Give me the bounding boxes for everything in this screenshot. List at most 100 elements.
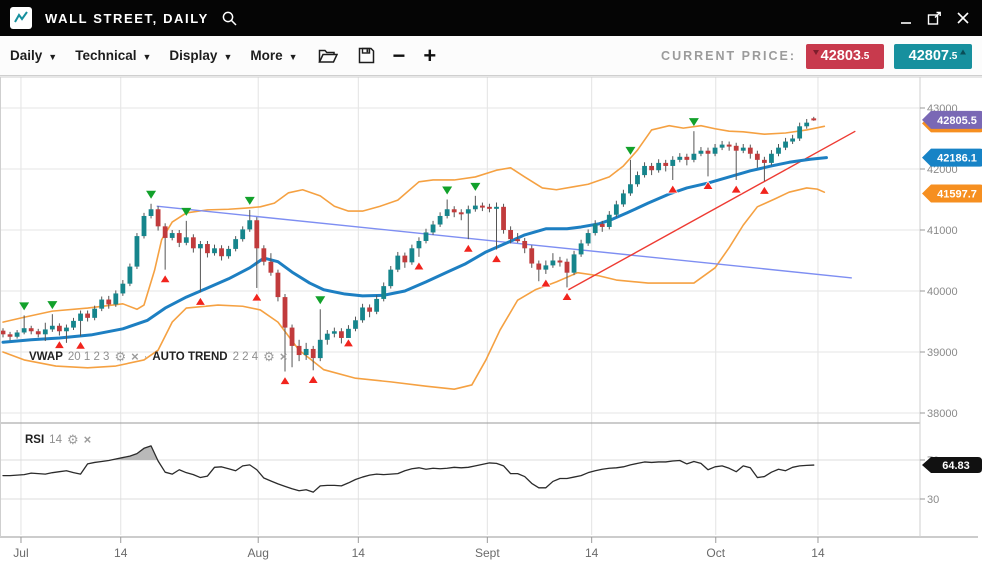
menu-technical[interactable]: Technical ▼ <box>75 48 151 63</box>
chart-canvas[interactable]: 4300042000410004000039000380007030Jul14A… <box>0 0 982 564</box>
rsi-layer <box>3 446 814 492</box>
candle-down <box>205 244 210 253</box>
buy-signal-icon <box>414 262 424 270</box>
candle-up <box>99 300 104 309</box>
candle-up <box>424 232 429 241</box>
sell-price-dec: .5 <box>861 51 869 62</box>
buy-signal-icon <box>195 297 205 305</box>
candle-up <box>741 148 746 151</box>
menu-more-label: More <box>250 48 282 63</box>
title-bar: WALL STREET, DAILY <box>0 0 982 36</box>
candle-up <box>790 139 795 142</box>
buy-signal-icon <box>308 375 318 383</box>
candle-up <box>346 329 351 338</box>
candle-up <box>551 261 556 266</box>
svg-text:30: 30 <box>927 494 939 506</box>
candle-up <box>360 307 365 320</box>
sell-signal-icon <box>470 183 480 191</box>
candle-down <box>254 220 259 248</box>
separator-dot: · <box>144 351 148 363</box>
menu-display[interactable]: Display ▼ <box>169 48 232 63</box>
candle-down <box>508 230 513 239</box>
candle-down <box>57 326 62 331</box>
close-icon[interactable]: × <box>84 435 92 445</box>
gear-icon[interactable]: ⚙ <box>263 352 275 362</box>
svg-text:38000: 38000 <box>927 408 958 420</box>
menu-daily[interactable]: Daily ▼ <box>10 48 57 63</box>
candle-up <box>71 321 76 328</box>
panel-borders <box>0 77 982 537</box>
candle-up <box>15 332 20 336</box>
candle-up <box>318 340 323 358</box>
candle-up <box>628 184 633 193</box>
gear-icon[interactable]: ⚙ <box>114 352 126 362</box>
candle-up <box>233 239 238 249</box>
svg-text:14: 14 <box>352 546 366 560</box>
rsi-line <box>3 446 814 492</box>
candle-down <box>311 349 316 358</box>
search-icon[interactable] <box>221 10 238 27</box>
buy-signal-icon <box>343 339 353 347</box>
popout-button[interactable] <box>927 11 942 26</box>
buy-signal-icon <box>252 293 262 301</box>
candle-up <box>43 329 48 334</box>
arrow-down-icon <box>812 48 820 56</box>
buy-signal-icon <box>76 341 86 349</box>
buy-signal-icon <box>280 377 290 385</box>
svg-text:14: 14 <box>585 546 599 560</box>
vwap-params: 20 1 2 3 <box>68 351 110 363</box>
candle-up <box>226 249 231 256</box>
svg-text:14: 14 <box>811 546 825 560</box>
candle-up <box>642 166 647 175</box>
menu-more[interactable]: More ▼ <box>250 48 297 63</box>
gear-icon[interactable]: ⚙ <box>67 435 79 445</box>
minimize-button[interactable] <box>900 12 913 25</box>
buy-signal-icon <box>160 275 170 283</box>
candle-up <box>120 284 125 294</box>
close-icon[interactable]: × <box>131 352 139 362</box>
close-icon[interactable]: × <box>280 352 288 362</box>
candle-up <box>374 299 379 312</box>
rsi-label: RSI <box>25 434 44 446</box>
candle-down <box>269 262 274 273</box>
candle-down <box>762 160 767 163</box>
svg-text:39000: 39000 <box>927 347 958 359</box>
candle-up <box>417 241 422 248</box>
candle-down <box>276 273 281 297</box>
svg-text:41000: 41000 <box>927 225 958 237</box>
zoom-in-button[interactable]: + <box>423 46 436 66</box>
rsi-overbought-fill <box>3 446 814 460</box>
candle-down <box>163 226 168 238</box>
sell-price-badge[interactable]: 42803.5 <box>806 44 884 69</box>
candle-up <box>783 142 788 148</box>
toolbar: Daily ▼ Technical ▼ Display ▼ More ▼ − +… <box>0 36 982 76</box>
candle-up <box>438 216 443 225</box>
auto-trend-layer <box>568 131 855 290</box>
buy-signal-icon <box>759 186 769 194</box>
axis-layer: 4300042000410004000039000380007030Jul14A… <box>13 103 957 560</box>
save-icon[interactable] <box>358 47 375 64</box>
candle-down <box>452 209 457 212</box>
candle-down <box>106 300 111 305</box>
candle-down <box>487 207 492 209</box>
zoom-out-button[interactable]: − <box>393 46 406 66</box>
svg-text:64.83: 64.83 <box>942 460 970 472</box>
candle-down <box>36 331 41 334</box>
close-icon[interactable] <box>956 11 970 25</box>
grid-layer <box>0 77 920 535</box>
page-title: WALL STREET, DAILY <box>45 11 209 26</box>
candle-down <box>565 262 570 273</box>
svg-text:Oct: Oct <box>706 546 725 560</box>
candle-up <box>677 157 682 160</box>
open-folder-icon[interactable] <box>318 48 338 64</box>
candle-down <box>29 328 34 331</box>
sell-price-int: 42803 <box>821 48 861 64</box>
candle-up <box>113 293 118 304</box>
sell-signal-icon <box>442 187 452 195</box>
indicator-row-main: VWAP 20 1 2 3 ⚙ × · AUTO TREND 2 2 4 ⚙ × <box>29 351 287 363</box>
buy-price-badge[interactable]: 42807.5 <box>894 44 972 69</box>
candle-up <box>776 148 781 154</box>
candle-down <box>219 248 224 256</box>
svg-text:42805.5: 42805.5 <box>937 115 977 127</box>
candle-down <box>459 212 464 214</box>
